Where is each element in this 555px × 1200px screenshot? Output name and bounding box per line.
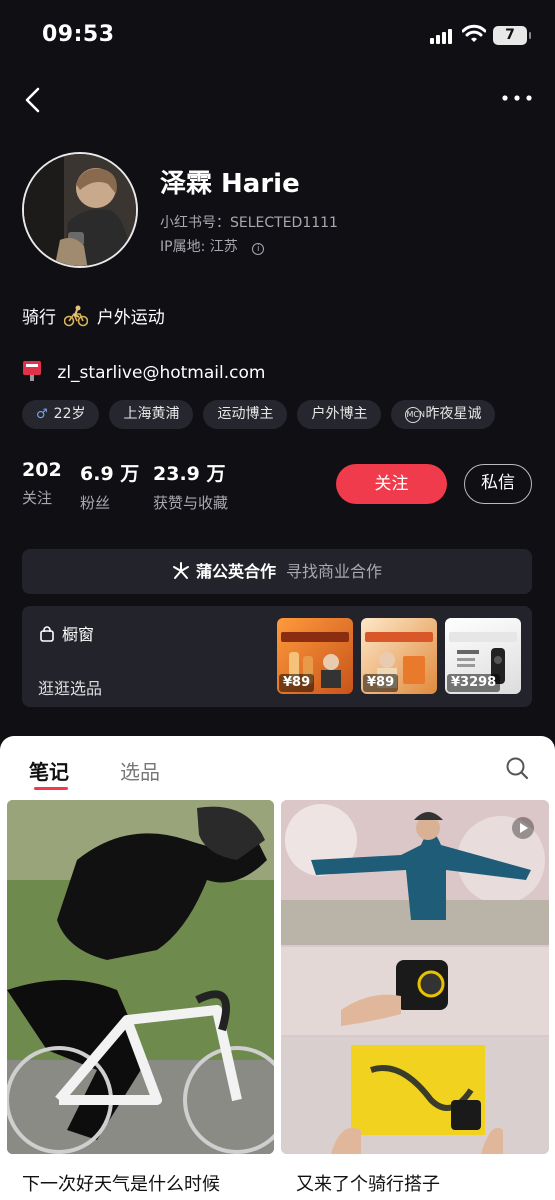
note-title[interactable]: 又来了个骑行搭子 — [296, 1170, 440, 1196]
info-icon[interactable]: i — [252, 243, 265, 255]
collab-title: 蒲公英合作 — [195, 562, 276, 581]
bio-text-1: 骑行 — [22, 308, 56, 328]
product-thumb[interactable]: ¥89 — [277, 618, 353, 694]
follow-button[interactable]: 关注 — [336, 464, 447, 504]
back-icon[interactable] — [22, 86, 44, 114]
collab-subtitle: 寻找商业合作 — [286, 562, 383, 581]
tab-selected[interactable]: 选品 — [120, 756, 160, 785]
tab-notes[interactable]: 笔记 — [29, 756, 69, 785]
play-icon — [512, 817, 534, 839]
xhs-id: 小红书号：SELECTED1111 — [160, 215, 338, 231]
note-card-image[interactable] — [281, 800, 549, 1154]
shop-title: 橱窗 — [40, 621, 94, 645]
avatar[interactable] — [22, 152, 138, 268]
product-banner — [365, 632, 433, 642]
product-price: ¥89 — [279, 674, 315, 692]
collab-banner[interactable]: 蒲公英合作 寻找商业合作 — [22, 549, 532, 594]
stat-following[interactable]: 202 关注 — [22, 459, 62, 508]
bag-icon — [40, 626, 54, 642]
product-banner — [281, 632, 349, 642]
tag-outdoor-blogger: 户外博主 — [297, 400, 382, 429]
ip-location: IP属地: 江苏 i — [160, 236, 265, 256]
ip-location-text: IP属地: 江苏 — [160, 239, 238, 255]
note-title[interactable]: 下一次好天气是什么时候 — [22, 1170, 220, 1196]
bio: 骑行 户外运动 — [22, 303, 165, 328]
mcn-icon: MCN — [405, 407, 425, 423]
stat-followers[interactable]: 6.9 万 粉丝 — [80, 459, 139, 513]
stat-followers-value: 6.9 万 — [80, 463, 140, 485]
tag-mcn-text: 昨夜星诚 — [425, 406, 482, 422]
shop-title-text: 橱窗 — [62, 625, 95, 644]
profile-tags: ♂ 22岁 上海黄浦 运动博主 户外博主 MCN昨夜星诚 — [22, 400, 496, 429]
stat-following-label: 关注 — [22, 489, 53, 507]
product-thumb[interactable]: ¥3298 — [445, 618, 521, 694]
product-price: ¥89 — [363, 674, 399, 692]
status-bar: 09:53 7 — [0, 0, 555, 70]
tab-underline — [34, 787, 68, 790]
email-text: zl_starlive@hotmail.com — [57, 363, 266, 383]
shop-subtitle: 逛逛选品 — [38, 679, 103, 698]
message-button[interactable]: 私信 — [464, 464, 532, 504]
battery-indicator: 7 — [493, 26, 531, 45]
stat-likes-label: 获赞与收藏 — [153, 494, 229, 512]
product-banner — [449, 632, 517, 642]
product-thumb[interactable]: ¥89 — [361, 618, 437, 694]
stat-likes[interactable]: 23.9 万 获赞与收藏 — [153, 459, 228, 513]
male-icon: ♂ — [36, 407, 48, 422]
tag-location: 上海黄浦 — [109, 400, 194, 429]
tag-sport-blogger: 运动博主 — [203, 400, 288, 429]
tag-age-text: 22岁 — [53, 406, 86, 422]
username: 泽霖 Harie — [160, 169, 300, 199]
bike-emoji — [64, 305, 89, 327]
signal-icon — [430, 28, 456, 44]
product-price: ¥3298 — [447, 674, 501, 692]
mailbox-icon — [23, 361, 41, 381]
status-time: 09:53 — [42, 22, 115, 47]
sparkle-icon — [172, 562, 189, 579]
search-icon[interactable] — [505, 756, 529, 780]
tag-age: ♂ 22岁 — [22, 400, 100, 429]
note-card-image[interactable] — [7, 800, 274, 1154]
stat-following-value: 202 — [22, 459, 62, 481]
stat-likes-value: 23.9 万 — [153, 463, 226, 485]
bio-text-2: 户外运动 — [96, 308, 165, 328]
tag-mcn[interactable]: MCN昨夜星诚 — [391, 400, 496, 429]
wifi-icon — [462, 24, 486, 42]
shop-window[interactable]: 橱窗 逛逛选品 ¥89 ¥89 ¥3298 — [22, 606, 532, 707]
stat-followers-label: 粉丝 — [80, 494, 111, 512]
more-icon[interactable] — [500, 88, 534, 108]
email-row: zl_starlive@hotmail.com — [22, 360, 265, 383]
